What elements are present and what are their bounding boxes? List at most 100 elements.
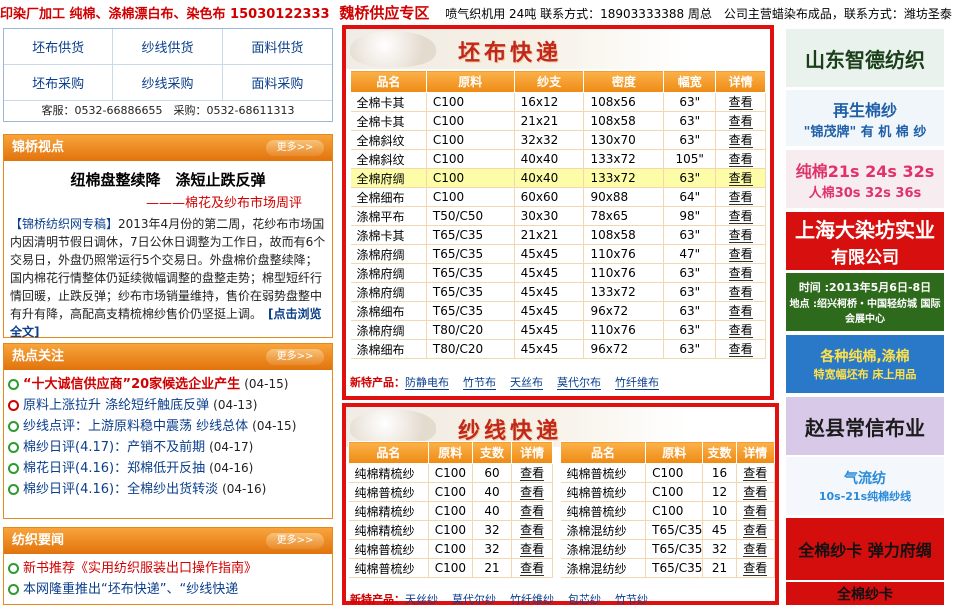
new-product-link[interactable]: 天丝布 bbox=[510, 376, 543, 390]
new-product-link[interactable]: 莫代尔布 bbox=[557, 376, 601, 390]
view-link[interactable]: 查看 bbox=[520, 466, 545, 481]
ad-banner[interactable]: 山东智德纺织 bbox=[786, 29, 944, 87]
ad-banner[interactable]: 气流纺 10s-21s纯棉纱线 bbox=[786, 457, 944, 515]
news-date: (04-16) bbox=[209, 461, 254, 475]
view-link[interactable]: 查看 bbox=[728, 209, 753, 224]
view-cell: 查看 bbox=[511, 558, 553, 578]
view-link[interactable]: 查看 bbox=[520, 542, 545, 557]
ticker-text[interactable]: 喷气织机用 24吨 联系方式：18903333388 周总 公司主营蜡染布成品，… bbox=[445, 7, 952, 21]
table-row: 涤棉府绸 T65/C35 45x45 110x76 63" 查看 bbox=[350, 263, 766, 283]
view-link[interactable]: 查看 bbox=[743, 485, 768, 500]
nav-fabric-purchase[interactable]: 坯布采购 bbox=[4, 65, 114, 101]
ad-banner[interactable]: 纯棉21s 24s 32s 人棉30s 32s 36s bbox=[786, 150, 944, 208]
fabric-express-banner: 坯布快递 bbox=[346, 29, 770, 69]
view-link[interactable]: 查看 bbox=[728, 133, 753, 148]
table-row: 纯棉普梳纱 C100 12 查看 bbox=[560, 482, 776, 502]
news-link[interactable]: 纱线点评：上游原料稳中震荡 纱线总体 bbox=[23, 416, 248, 437]
table-cell: 21 bbox=[472, 558, 513, 578]
view-link[interactable]: 查看 bbox=[728, 342, 753, 357]
news-link[interactable]: 棉纱日评(4.16)：全棉纱出货转淡 bbox=[23, 479, 218, 500]
table-cell: T65/C35 bbox=[426, 282, 515, 302]
ad-banner[interactable]: 再生棉纱 "锦茂牌" 有 机 棉 纱 bbox=[786, 90, 944, 146]
ad-banner[interactable]: 时间 :2013年5月6日-8日 地点 :绍兴柯桥・中国轻纺城 国际会展中心 bbox=[786, 273, 944, 331]
new-product-link[interactable]: 竹节布 bbox=[463, 376, 496, 390]
nav-fabric-supply[interactable]: 坯布供货 bbox=[4, 29, 114, 65]
news-date: (04-15) bbox=[244, 377, 289, 391]
view-link[interactable]: 查看 bbox=[728, 266, 753, 281]
table-cell: 60x60 bbox=[514, 187, 585, 207]
view-link[interactable]: 查看 bbox=[520, 504, 545, 519]
view-cell: 查看 bbox=[511, 520, 553, 540]
nav-yarn-purchase[interactable]: 纱线采购 bbox=[113, 65, 223, 101]
table-cell: 全棉卡其 bbox=[350, 111, 427, 131]
view-link[interactable]: 查看 bbox=[520, 561, 545, 576]
fabric-new-products: 新特产品：防静电布 竹节布 天丝布 莫代尔布 竹纤维布 bbox=[350, 374, 673, 390]
ad-banner[interactable]: 各种纯棉,涤棉 特宽幅坯布 床上用品 bbox=[786, 335, 944, 393]
ad-banner[interactable]: 赵县常信布业 bbox=[786, 397, 944, 455]
nav-cloth-purchase[interactable]: 面料采购 bbox=[222, 65, 332, 101]
table-row: 涤棉卡其 T65/C35 21x21 108x58 63" 查看 bbox=[350, 225, 766, 245]
new-product-link[interactable]: 莫代尔纱 bbox=[452, 593, 496, 605]
view-link[interactable]: 查看 bbox=[728, 304, 753, 319]
table-header: 品名 bbox=[350, 70, 427, 93]
ad-title: 纯棉21s 24s 32s bbox=[795, 161, 935, 181]
new-product-link[interactable]: 竹节纱 bbox=[615, 593, 648, 605]
table-cell: 21x21 bbox=[514, 111, 585, 131]
ad-banner[interactable]: 全棉纱卡 bbox=[786, 582, 944, 605]
more-button[interactable]: 更多>> bbox=[266, 349, 324, 365]
new-products-label: 新特产品： bbox=[350, 593, 405, 605]
view-link[interactable]: 查看 bbox=[520, 485, 545, 500]
table-cell: 96x72 bbox=[583, 301, 665, 321]
view-link[interactable]: 查看 bbox=[728, 95, 753, 110]
news-link[interactable]: 棉纱日评(4.17)：产销不及前期 bbox=[23, 437, 205, 458]
view-cell: 查看 bbox=[715, 92, 766, 112]
view-link[interactable]: 查看 bbox=[728, 247, 753, 262]
news-link[interactable]: 本网隆重推出“坯布快递”、“纱线快递 bbox=[23, 579, 238, 600]
table-cell: C100 bbox=[428, 520, 473, 540]
ad-title: 上海大染坊实业 bbox=[795, 218, 935, 242]
article-headline[interactable]: 纽棉盘整续降 涤短止跌反弹 bbox=[4, 169, 332, 190]
view-link[interactable]: 查看 bbox=[520, 523, 545, 538]
news-link[interactable]: “十大诚信供应商”20家候选企业产生 bbox=[23, 374, 240, 395]
view-link[interactable]: 查看 bbox=[743, 523, 768, 538]
view-link[interactable]: 查看 bbox=[743, 561, 768, 576]
view-link[interactable]: 查看 bbox=[728, 152, 753, 167]
new-product-link[interactable]: 竹纤维纱 bbox=[510, 593, 554, 605]
table-header: 幅宽 bbox=[663, 70, 717, 93]
news-link[interactable]: 新书推荐《实用纺织服装出口操作指南》 bbox=[23, 558, 257, 579]
panel-title: 热点关注 bbox=[12, 349, 65, 364]
ticker-zone-link[interactable]: 魏桥供应专区 bbox=[339, 4, 429, 22]
view-link[interactable]: 查看 bbox=[743, 504, 768, 519]
news-link[interactable]: 棉花日评(4.16)：郑棉低开反抽 bbox=[23, 458, 205, 479]
news-item: 原料上涨拉升 涤纶短纤触底反弹 (04-13) bbox=[8, 395, 328, 416]
view-link[interactable]: 查看 bbox=[728, 171, 753, 186]
ad-subtitle: "锦茂牌" 有 机 棉 纱 bbox=[803, 124, 927, 140]
new-product-link[interactable]: 竹纤维布 bbox=[615, 376, 659, 390]
more-button[interactable]: 更多>> bbox=[266, 140, 324, 156]
table-cell: C100 bbox=[645, 463, 704, 483]
bullet-icon bbox=[8, 421, 19, 432]
new-product-link[interactable]: 天丝纱 bbox=[405, 593, 438, 605]
table-row: 全棉细布 C100 60x60 90x88 64" 查看 bbox=[350, 187, 766, 207]
view-link[interactable]: 查看 bbox=[728, 228, 753, 243]
view-cell: 查看 bbox=[715, 206, 766, 226]
table-cell: 全棉斜纹 bbox=[350, 149, 427, 169]
new-product-link[interactable]: 防静电布 bbox=[405, 376, 449, 390]
view-link[interactable]: 查看 bbox=[728, 323, 753, 338]
view-link[interactable]: 查看 bbox=[743, 466, 768, 481]
table-cell: C100 bbox=[645, 482, 704, 502]
new-product-link[interactable]: 包芯纱 bbox=[568, 593, 601, 605]
view-link[interactable]: 查看 bbox=[728, 190, 753, 205]
more-button[interactable]: 更多>> bbox=[266, 533, 324, 549]
news-link[interactable]: 原料上涨拉升 涤纶短纤触底反弹 bbox=[23, 395, 209, 416]
table-header: 支数 bbox=[702, 441, 737, 464]
view-link[interactable]: 查看 bbox=[728, 285, 753, 300]
view-link[interactable]: 查看 bbox=[728, 114, 753, 129]
view-link[interactable]: 查看 bbox=[743, 542, 768, 557]
nav-yarn-supply[interactable]: 纱线供货 bbox=[113, 29, 223, 65]
nav-cloth-supply[interactable]: 面料供货 bbox=[222, 29, 332, 65]
ad-banner[interactable]: 全棉纱卡 弹力府绸 bbox=[786, 518, 944, 580]
ad-banner[interactable]: 上海大染坊实业 有限公司 bbox=[786, 212, 944, 270]
ticker-hot-ad[interactable]: 印染厂加工 纯棉、涤棉漂白布、染色布 15030122333 bbox=[0, 7, 330, 22]
textile-news-panel: 纺织要闻 更多>> 新书推荐《实用纺织服装出口操作指南》 本网隆重推出“坯布快递”… bbox=[3, 527, 333, 605]
